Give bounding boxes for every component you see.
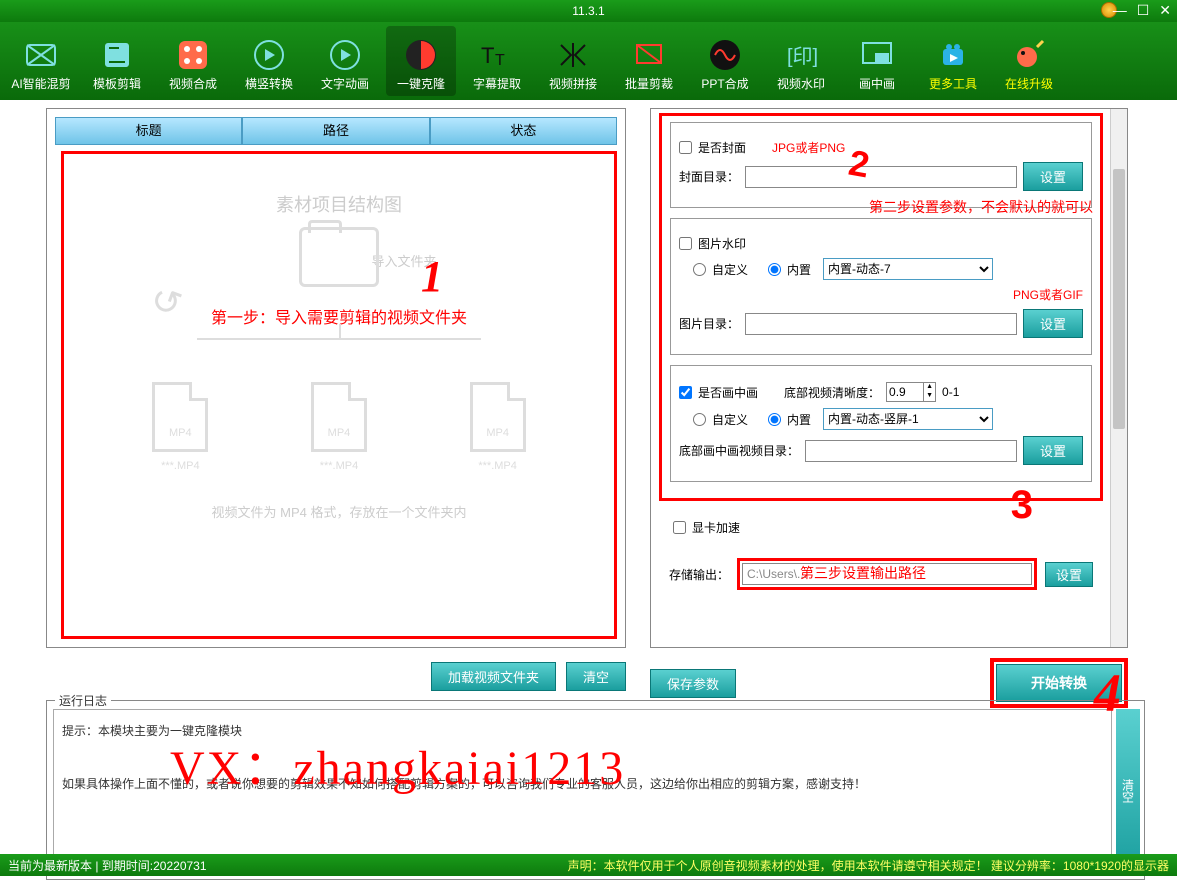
col-path[interactable]: 路径 — [242, 117, 429, 145]
mp4-icon: MP4 — [470, 382, 526, 452]
gpu-checkbox[interactable] — [673, 521, 686, 534]
tool-ai-mix[interactable]: AI智能混剪 — [6, 26, 76, 96]
clarity-spinner[interactable]: ▲▼ — [886, 382, 936, 402]
tool-rotate[interactable]: 横竖转换 — [234, 26, 304, 96]
output-set-button[interactable]: 设置 — [1045, 562, 1093, 587]
wm-set-button[interactable]: 设置 — [1023, 309, 1083, 338]
minimize-button[interactable]: — — [1113, 2, 1127, 19]
app-version: 11.3.1 — [572, 4, 604, 18]
empty-diagram: 素材项目结构图 ↺ 导入文件夹 第一步：导入需要剪辑的视频文件夹 MP4***.… — [61, 151, 617, 639]
save-params-button[interactable]: 保存参数 — [650, 669, 736, 698]
pip-builtin-radio[interactable] — [768, 413, 781, 426]
mp4-icon: MP4 — [152, 382, 208, 452]
pip-dir-input[interactable] — [805, 440, 1017, 462]
cover-checkbox[interactable] — [679, 141, 692, 154]
col-status[interactable]: 状态 — [430, 117, 617, 145]
log-clear-button[interactable]: 清空 — [1116, 709, 1140, 873]
right-panel: 是否封面 JPG或者PNG 封面目录： 设置 2 第二步设置参数，不会默认的就可… — [650, 108, 1128, 648]
load-folder-button[interactable]: 加载视频文件夹 — [431, 662, 556, 691]
tool-watermark[interactable]: [印]视频水印 — [766, 26, 836, 96]
svg-text:T: T — [495, 52, 505, 69]
folder-icon — [299, 227, 379, 287]
annotation-1: 1 — [421, 251, 443, 302]
svg-text:[印]: [印] — [787, 45, 818, 68]
main-toolbar: AI智能混剪 模板剪辑 视频合成 横竖转换 文字动画 一键克隆 TT字幕提取 视… — [0, 22, 1177, 100]
mp4-icon: MP4 — [311, 382, 367, 452]
pip-group: 是否画中画 底部视频清晰度： ▲▼ 0-1 自定义 内置 内置-动态-竖屏-1 … — [670, 365, 1092, 482]
right-scrollbar[interactable] — [1110, 109, 1127, 647]
watermark-group: 图片水印 自定义 内置 内置-动态-7 PNG或者GIF 图片目录： 设置 — [670, 218, 1092, 355]
tool-crop[interactable]: 批量剪裁 — [614, 26, 684, 96]
cover-dir-input[interactable] — [745, 166, 1017, 188]
tool-more[interactable]: 更多工具 — [918, 26, 988, 96]
clear-button[interactable]: 清空 — [566, 662, 626, 691]
tool-template[interactable]: 模板剪辑 — [82, 26, 152, 96]
cover-group: 是否封面 JPG或者PNG 封面目录： 设置 2 — [670, 122, 1092, 208]
pip-builtin-select[interactable]: 内置-动态-竖屏-1 — [823, 408, 993, 430]
pip-custom-radio[interactable] — [693, 413, 706, 426]
svg-text:T: T — [481, 43, 494, 68]
tool-compose[interactable]: 视频合成 — [158, 26, 228, 96]
version-info: 当前为最新版本 | 到期时间:20220731 — [8, 857, 207, 874]
col-title[interactable]: 标题 — [55, 117, 242, 145]
statusbar: 当前为最新版本 | 到期时间:20220731 声明：本软件仅用于个人原创音视频… — [0, 854, 1177, 876]
tool-pip[interactable]: 画中画 — [842, 26, 912, 96]
watermark-checkbox[interactable] — [679, 237, 692, 250]
annotation-box-2: 是否封面 JPG或者PNG 封面目录： 设置 2 第二步设置参数，不会默认的就可… — [659, 113, 1103, 501]
pip-set-button[interactable]: 设置 — [1023, 436, 1083, 465]
cover-set-button[interactable]: 设置 — [1023, 162, 1083, 191]
tool-subtitle[interactable]: TT字幕提取 — [462, 26, 532, 96]
pip-checkbox[interactable] — [679, 386, 692, 399]
tool-clone[interactable]: 一键克隆 — [386, 26, 456, 96]
wm-builtin-radio[interactable] — [768, 263, 781, 276]
tool-upgrade[interactable]: 在线升级 — [994, 26, 1064, 96]
tool-ppt[interactable]: PPT合成 — [690, 26, 760, 96]
close-button[interactable]: ✕ — [1159, 2, 1171, 19]
wm-dir-input[interactable] — [745, 313, 1017, 335]
wm-custom-radio[interactable] — [693, 263, 706, 276]
annotation-3: 3 — [1011, 483, 1033, 528]
annotation-4: 4 — [1094, 662, 1121, 724]
vx-watermark: VX：zhangkaiai1213 — [170, 728, 625, 798]
tool-concat[interactable]: 视频拼接 — [538, 26, 608, 96]
tool-text-anim[interactable]: 文字动画 — [310, 26, 380, 96]
step2-note: 第二步设置参数，不会默认的就可以 — [869, 197, 1093, 217]
disclaimer: 声明：本软件仅用于个人原创音视频素材的处理，使用本软件请遵守相关规定！ 建议分辨… — [568, 857, 1169, 874]
wm-builtin-select[interactable]: 内置-动态-7 — [823, 258, 993, 280]
titlebar: 11.3.1 — ☐ ✕ — [0, 0, 1177, 22]
left-panel: 标题 路径 状态 素材项目结构图 ↺ 导入文件夹 第一步：导入需要剪辑的视频文件… — [46, 108, 626, 648]
maximize-button[interactable]: ☐ — [1137, 2, 1150, 19]
